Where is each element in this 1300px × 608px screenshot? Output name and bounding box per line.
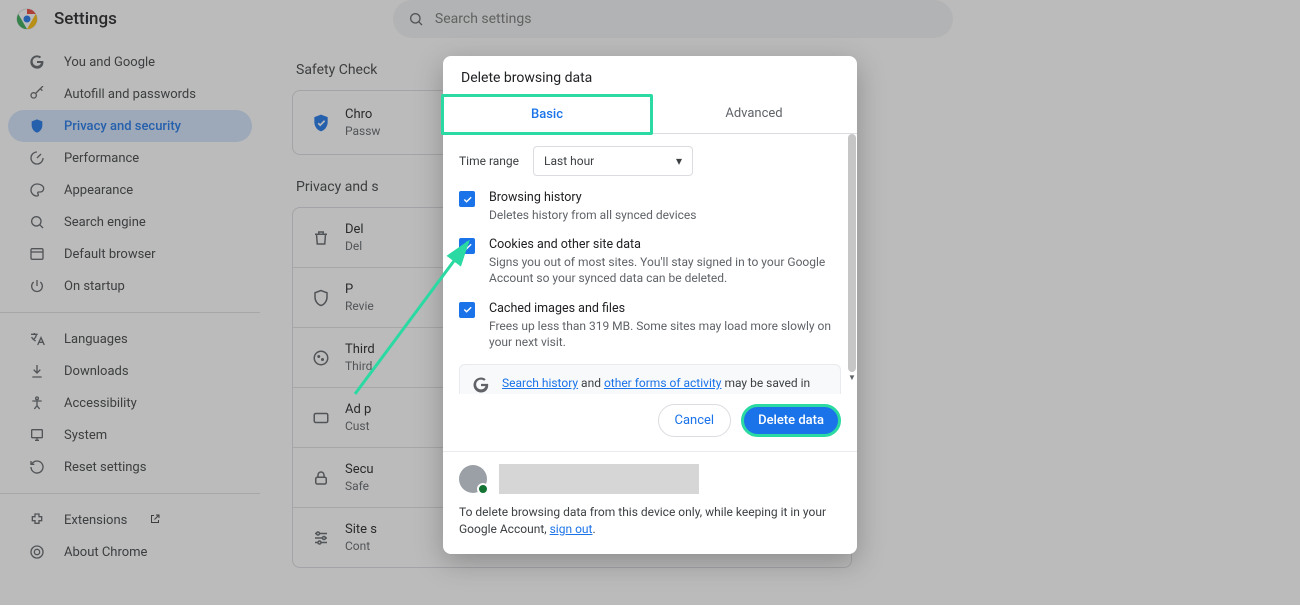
redacted-profile-info xyxy=(499,464,699,494)
checkbox-cookies[interactable] xyxy=(459,238,475,254)
modal-overlay: Delete browsing data Basic Advanced ▲▼ T… xyxy=(0,0,1300,605)
delete-browsing-data-dialog: Delete browsing data Basic Advanced ▲▼ T… xyxy=(443,56,857,554)
delete-data-button[interactable]: Delete data xyxy=(741,404,841,437)
chevron-down-icon: ▾ xyxy=(676,154,682,168)
checkbox-browsing-history[interactable] xyxy=(459,191,475,207)
other-activity-link[interactable]: other forms of activity xyxy=(604,376,722,390)
google-account-info: Search history and other forms of activi… xyxy=(459,364,841,394)
sign-out-link[interactable]: sign out xyxy=(550,522,593,536)
avatar xyxy=(459,465,487,493)
search-history-link[interactable]: Search history xyxy=(502,376,578,390)
time-range-label: Time range xyxy=(459,154,519,168)
tab-advanced[interactable]: Advanced xyxy=(651,96,857,133)
google-icon xyxy=(472,376,490,394)
cancel-button[interactable]: Cancel xyxy=(658,404,732,437)
dialog-title: Delete browsing data xyxy=(443,56,857,96)
scrollbar[interactable]: ▲▼ xyxy=(848,134,856,380)
tab-basic[interactable]: Basic xyxy=(441,94,653,135)
time-range-select[interactable]: Last hour▾ xyxy=(533,146,693,176)
sync-badge-icon xyxy=(477,483,489,495)
checkbox-cached[interactable] xyxy=(459,302,475,318)
signout-hint: To delete browsing data from this device… xyxy=(459,504,841,538)
